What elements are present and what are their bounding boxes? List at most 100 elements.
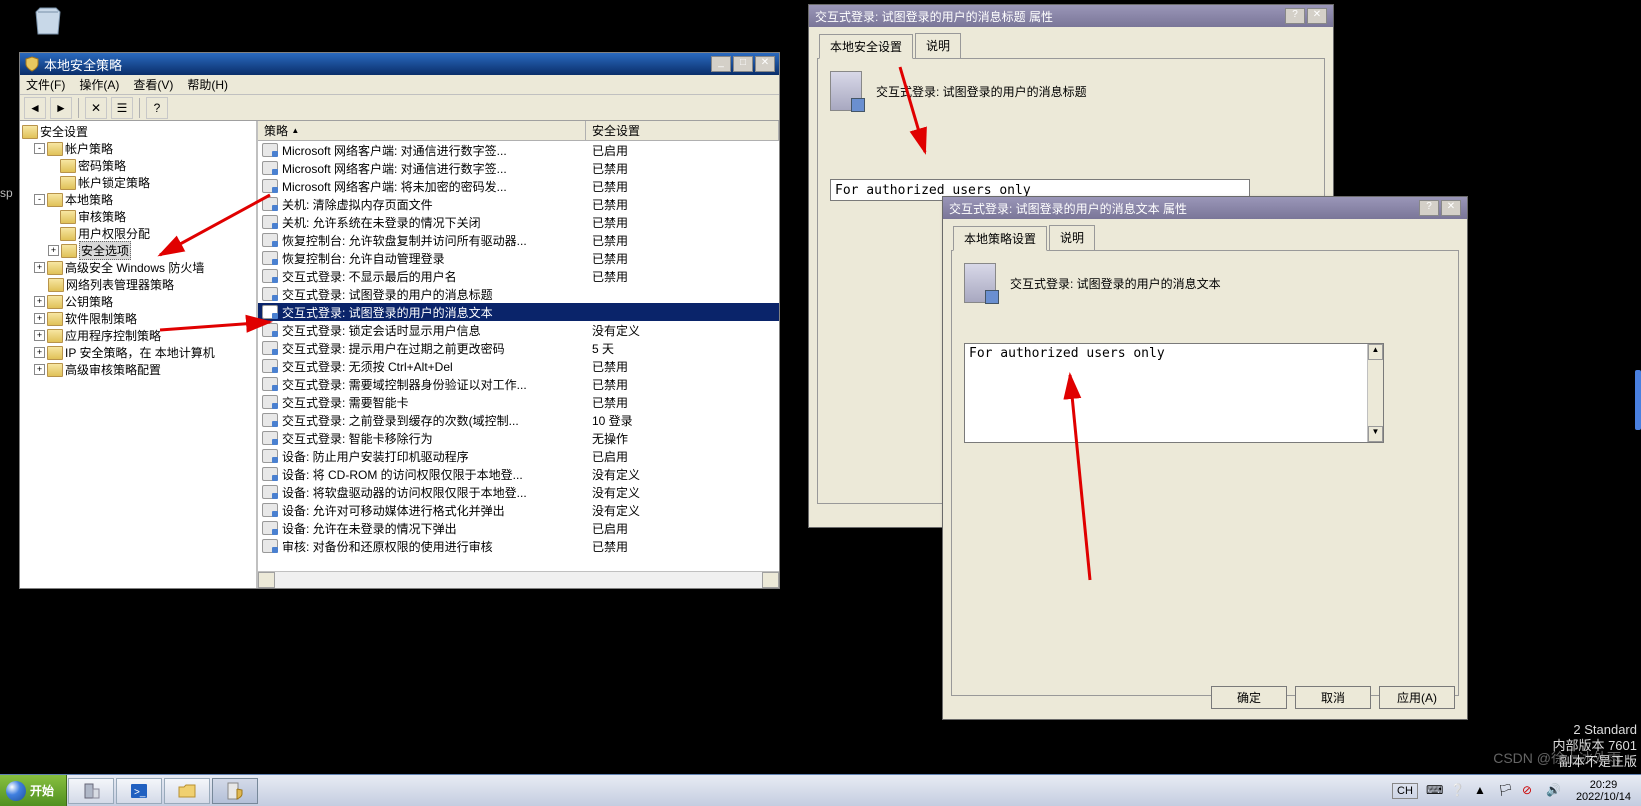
list-row[interactable]: 设备: 将 CD-ROM 的访问权限仅限于本地登...没有定义 xyxy=(258,465,779,483)
tree-windows-firewall[interactable]: +高级安全 Windows 防火墙 xyxy=(20,259,256,276)
collapse-icon[interactable]: - xyxy=(34,194,45,205)
local-security-policy-window: 本地安全策略 _ □ ✕ 文件(F) 操作(A) 查看(V) 帮助(H) ◄ ►… xyxy=(19,52,780,589)
policy-icon xyxy=(262,539,278,553)
tray-volume-icon[interactable]: 🔊 xyxy=(1546,783,1562,799)
tree-app-control[interactable]: +应用程序控制策略 xyxy=(20,327,256,344)
start-button[interactable]: 开始 xyxy=(0,775,67,806)
clock[interactable]: 20:29 2022/10/14 xyxy=(1570,777,1637,805)
help-button[interactable]: ? xyxy=(1285,8,1305,24)
help-button[interactable]: ? xyxy=(1419,200,1439,216)
apply-button[interactable]: 应用(A) xyxy=(1379,686,1455,709)
list-row[interactable]: 交互式登录: 试图登录的用户的消息标题 xyxy=(258,285,779,303)
list-row[interactable]: 关机: 清除虚拟内存页面文件已禁用 xyxy=(258,195,779,213)
scroll-right-button[interactable] xyxy=(762,572,779,588)
prop1-titlebar[interactable]: 交互式登录: 试图登录的用户的消息标题 属性 ? ✕ xyxy=(809,5,1333,27)
list-row[interactable]: 设备: 将软盘驱动器的访问权限仅限于本地登...没有定义 xyxy=(258,483,779,501)
list-row[interactable]: Microsoft 网络客户端: 对通信进行数字签...已禁用 xyxy=(258,159,779,177)
list-row[interactable]: 交互式登录: 智能卡移除行为无操作 xyxy=(258,429,779,447)
policy-icon xyxy=(262,233,278,247)
mmc-tree[interactable]: 安全设置 -帐户策略 密码策略 帐户锁定策略 -本地策略 审核策略 用户权限分配… xyxy=(20,121,258,588)
tree-security-options[interactable]: +安全选项 xyxy=(20,242,256,259)
taskbar-local-security-policy[interactable] xyxy=(212,778,258,804)
tab-local-policy-setting[interactable]: 本地策略设置 xyxy=(953,226,1047,251)
help-button[interactable]: ? xyxy=(146,97,168,119)
language-indicator[interactable]: CH xyxy=(1392,783,1418,799)
horizontal-scrollbar[interactable] xyxy=(258,571,779,588)
menu-file[interactable]: 文件(F) xyxy=(26,76,65,93)
list-row[interactable]: 交互式登录: 无须按 Ctrl+Alt+Del已禁用 xyxy=(258,357,779,375)
prop2-titlebar[interactable]: 交互式登录: 试图登录的用户的消息文本 属性 ? ✕ xyxy=(943,197,1467,219)
list-row[interactable]: 设备: 允许在未登录的情况下弹出已启用 xyxy=(258,519,779,537)
policy-name: 交互式登录: 提示用户在过期之前更改密码 xyxy=(282,340,505,357)
back-button[interactable]: ◄ xyxy=(24,97,46,119)
list-row[interactable]: 审核: 对备份和还原权限的使用进行审核已禁用 xyxy=(258,537,779,555)
list-row[interactable]: 交互式登录: 提示用户在过期之前更改密码5 天 xyxy=(258,339,779,357)
cancel-button[interactable]: 取消 xyxy=(1295,686,1371,709)
column-policy[interactable]: 策略 ▲ xyxy=(258,121,586,140)
close-button[interactable]: ✕ xyxy=(755,56,775,72)
tree-advanced-audit[interactable]: +高级审核策略配置 xyxy=(20,361,256,378)
taskbar-explorer[interactable] xyxy=(164,778,210,804)
menu-help[interactable]: 帮助(H) xyxy=(187,76,228,93)
tree-root[interactable]: 安全设置 xyxy=(20,123,256,140)
tray-collapse-icon[interactable]: ▲ xyxy=(1474,783,1490,799)
tab-explain[interactable]: 说明 xyxy=(1049,225,1095,250)
close-button[interactable]: ✕ xyxy=(1441,200,1461,216)
tree-audit-policy[interactable]: 审核策略 xyxy=(20,208,256,225)
list-row[interactable]: 恢复控制台: 允许软盘复制并访问所有驱动器...已禁用 xyxy=(258,231,779,249)
list-row[interactable]: 交互式登录: 不显示最后的用户名已禁用 xyxy=(258,267,779,285)
list-row[interactable]: 交互式登录: 试图登录的用户的消息文本 xyxy=(258,303,779,321)
properties-button[interactable]: ☰ xyxy=(111,97,133,119)
menu-view[interactable]: 查看(V) xyxy=(133,76,173,93)
tree-public-key[interactable]: +公钥策略 xyxy=(20,293,256,310)
close-button[interactable]: ✕ xyxy=(1307,8,1327,24)
tree-user-rights[interactable]: 用户权限分配 xyxy=(20,225,256,242)
tree-network-list[interactable]: 网络列表管理器策略 xyxy=(20,276,256,293)
policy-setting: 已启用 xyxy=(586,520,779,537)
list-body[interactable]: Microsoft 网络客户端: 对通信进行数字签...已启用Microsoft… xyxy=(258,141,779,571)
tree-lockout-policy[interactable]: 帐户锁定策略 xyxy=(20,174,256,191)
taskbar-powershell[interactable]: >_ xyxy=(116,778,162,804)
tab-local-security-setting[interactable]: 本地安全设置 xyxy=(819,34,913,59)
message-text-textarea[interactable]: For authorized users only xyxy=(964,343,1384,443)
list-row[interactable]: 交互式登录: 需要域控制器身份验证以对工作...已禁用 xyxy=(258,375,779,393)
tab-explain[interactable]: 说明 xyxy=(915,33,961,58)
policy-name: 设备: 将软盘驱动器的访问权限仅限于本地登... xyxy=(282,484,527,501)
tray-action-center-icon[interactable]: 🏳 xyxy=(1498,783,1514,799)
collapse-icon[interactable]: - xyxy=(34,143,45,154)
maximize-button[interactable]: □ xyxy=(733,56,753,72)
menu-action[interactable]: 操作(A) xyxy=(79,76,119,93)
list-row[interactable]: 设备: 防止用户安装打印机驱动程序已启用 xyxy=(258,447,779,465)
list-row[interactable]: 交互式登录: 需要智能卡已禁用 xyxy=(258,393,779,411)
list-row[interactable]: 关机: 允许系统在未登录的情况下关闭已禁用 xyxy=(258,213,779,231)
list-row[interactable]: 恢复控制台: 允许自动管理登录已禁用 xyxy=(258,249,779,267)
forward-button[interactable]: ► xyxy=(50,97,72,119)
ok-button[interactable]: 确定 xyxy=(1211,686,1287,709)
tree-password-policy[interactable]: 密码策略 xyxy=(20,157,256,174)
textarea-scrollbar[interactable]: ▲▼ xyxy=(1367,344,1383,442)
minimize-button[interactable]: _ xyxy=(711,56,731,72)
taskbar-server-manager[interactable] xyxy=(68,778,114,804)
tree-account-policies[interactable]: -帐户策略 xyxy=(20,140,256,157)
list-row[interactable]: 交互式登录: 之前登录到缓存的次数(域控制...10 登录 xyxy=(258,411,779,429)
desktop-label-sp: sp xyxy=(0,186,13,200)
scroll-left-button[interactable] xyxy=(258,572,275,588)
list-row[interactable]: 交互式登录: 锁定会话时显示用户信息没有定义 xyxy=(258,321,779,339)
expand-icon[interactable]: + xyxy=(34,262,45,273)
tray-keyboard-icon[interactable]: ⌨ xyxy=(1426,783,1442,799)
recycle-bin-icon[interactable] xyxy=(28,2,68,46)
tree-local-policies[interactable]: -本地策略 xyxy=(20,191,256,208)
policy-setting: 已禁用 xyxy=(586,394,779,411)
delete-button[interactable]: ✕ xyxy=(85,97,107,119)
list-row[interactable]: Microsoft 网络客户端: 对通信进行数字签...已启用 xyxy=(258,141,779,159)
tray-help-icon[interactable]: ❔ xyxy=(1450,783,1466,799)
tree-ip-security[interactable]: +IP 安全策略，在 本地计算机 xyxy=(20,344,256,361)
tree-software-restriction[interactable]: +软件限制策略 xyxy=(20,310,256,327)
tray-network-icon[interactable]: ⊘ xyxy=(1522,783,1538,799)
list-row[interactable]: 设备: 允许对可移动媒体进行格式化并弹出没有定义 xyxy=(258,501,779,519)
mmc-titlebar[interactable]: 本地安全策略 _ □ ✕ xyxy=(20,53,779,75)
expand-icon[interactable]: + xyxy=(48,245,59,256)
column-setting[interactable]: 安全设置 xyxy=(586,121,779,140)
list-row[interactable]: Microsoft 网络客户端: 将未加密的密码发...已禁用 xyxy=(258,177,779,195)
server-icon xyxy=(964,263,996,303)
